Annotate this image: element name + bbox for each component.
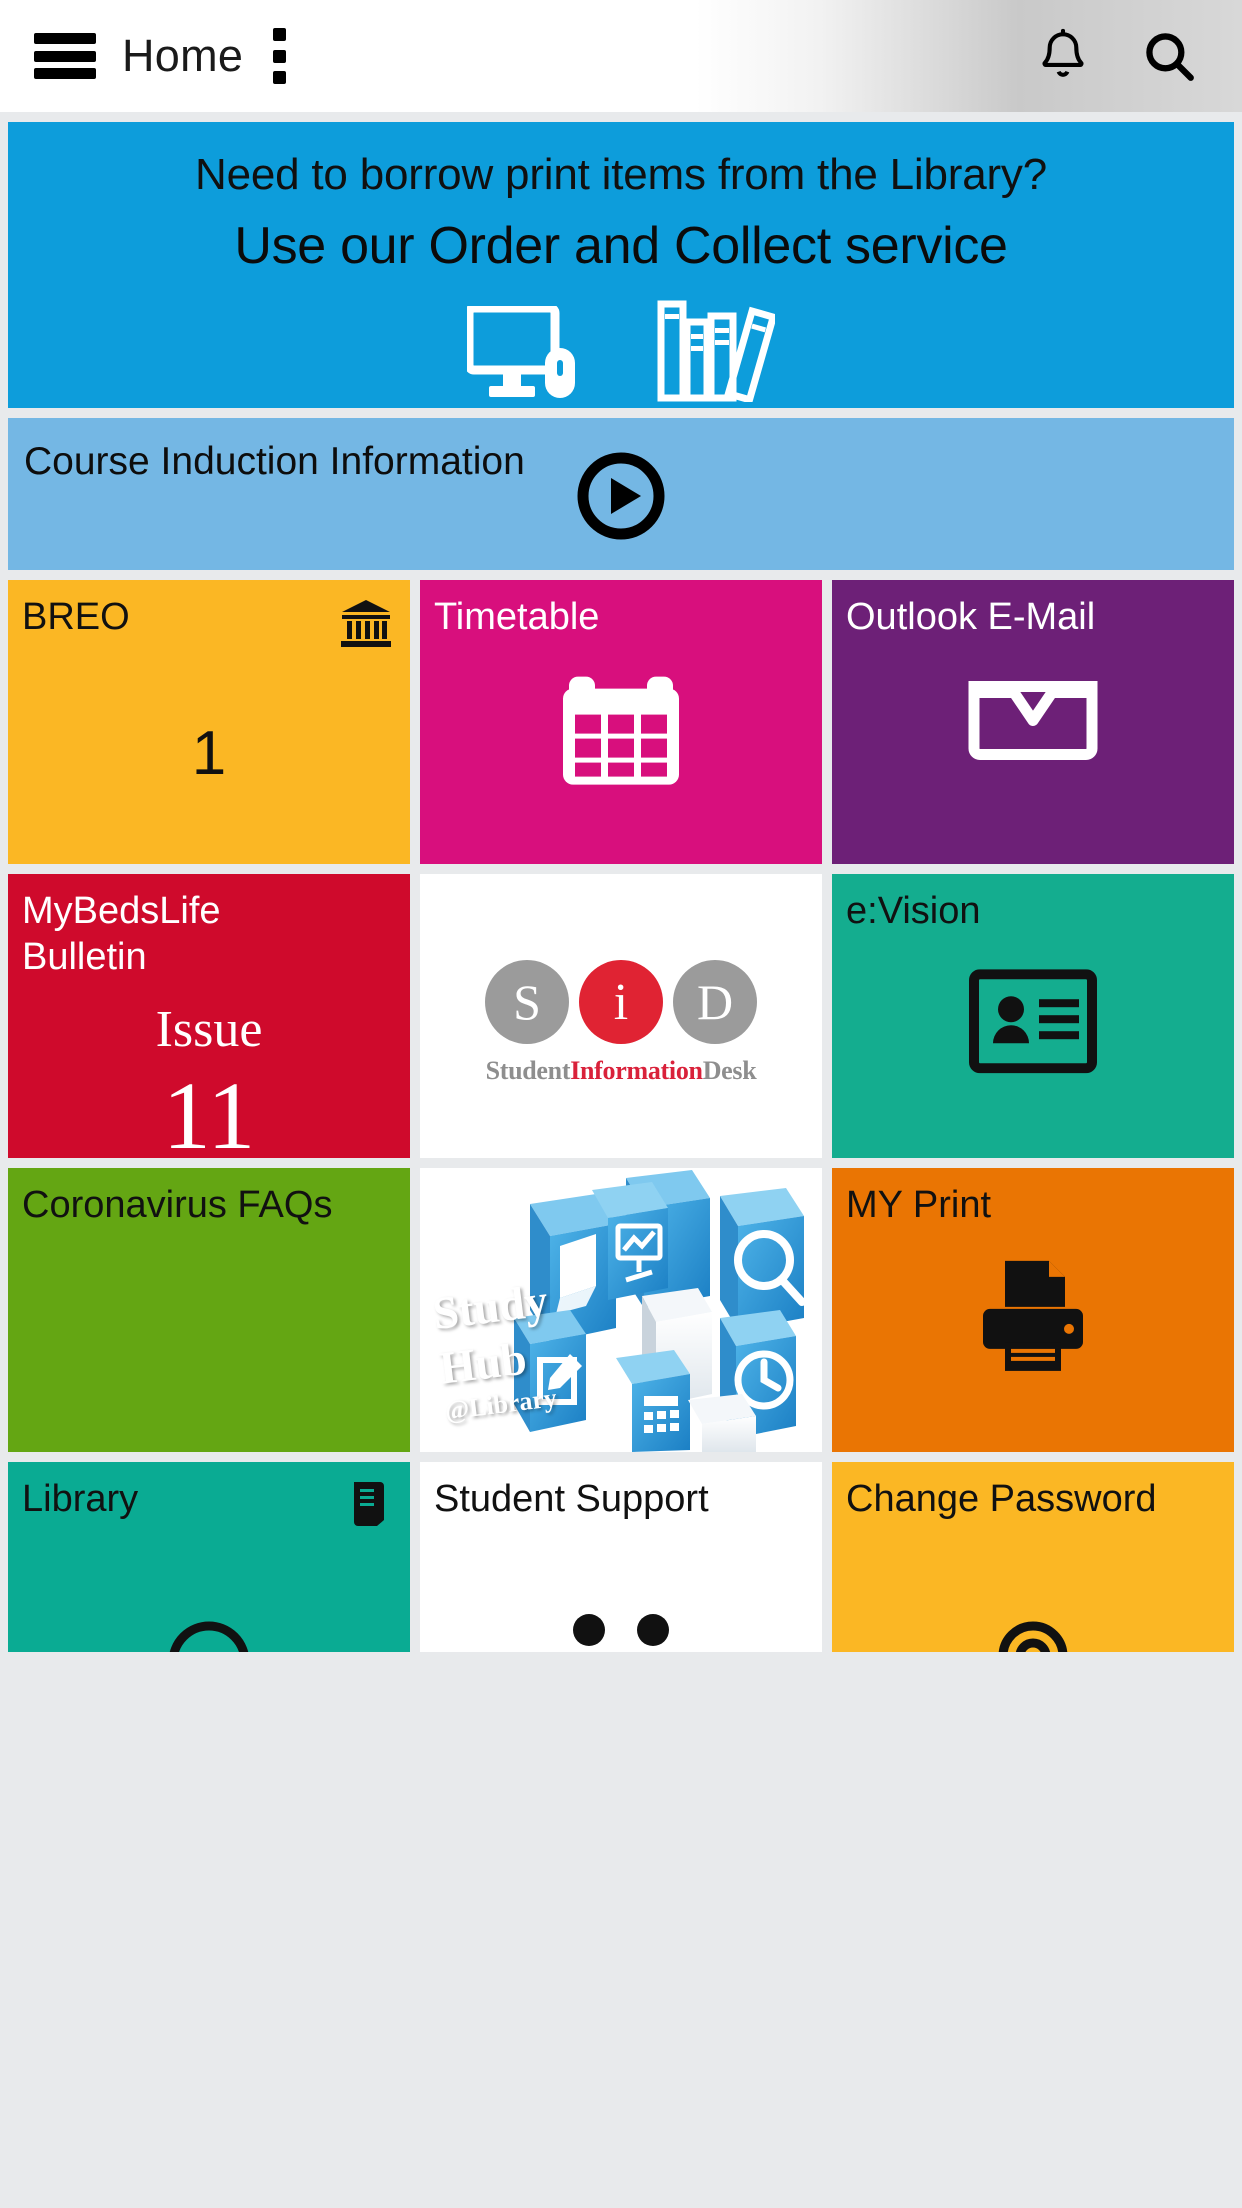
study-hub-wordmark: Study Hub @Library [430, 1274, 561, 1427]
sid-letter-i: i [579, 960, 663, 1044]
sid-circle-group: S i D [485, 960, 757, 1044]
people-icon [564, 1612, 678, 1652]
kebab-overflow-icon[interactable] [269, 28, 289, 84]
monitor-mouse-icon [464, 303, 585, 407]
book-icon [346, 1480, 392, 1533]
sid-caption-desk: Desk [702, 1056, 757, 1085]
tile-timetable[interactable]: Timetable [420, 580, 822, 864]
course-induction-strip[interactable]: Course Induction Information [8, 418, 1234, 570]
bell-icon[interactable] [1034, 24, 1092, 88]
sid-letter-d: D [673, 960, 757, 1044]
tile-label: BREO [22, 596, 130, 638]
tile-study-hub[interactable]: Study Hub @Library [420, 1168, 822, 1452]
sid-caption-student: Student [485, 1056, 571, 1085]
tile-coronavirus-faqs[interactable]: Coronavirus FAQs [8, 1168, 410, 1452]
tile-label: e:Vision [846, 890, 981, 932]
inbox-tray-icon [832, 673, 1234, 783]
tile-grid: BREO 1 Timetable Outlook E-Mail MyBedsLi… [8, 580, 1234, 1652]
tile-mybedslife-bulletin[interactable]: MyBedsLife Bulletin Issue 11 [8, 874, 410, 1158]
tile-label: Student Support [434, 1478, 709, 1520]
course-induction-label: Course Induction Information [24, 440, 525, 483]
printer-icon [832, 1257, 1234, 1375]
library-order-collect-banner[interactable]: Need to borrow print items from the Libr… [8, 122, 1234, 408]
banner-line-1: Need to borrow print items from the Libr… [195, 150, 1047, 199]
tile-my-print[interactable]: MY Print [832, 1168, 1234, 1452]
app-bar: Home [0, 0, 1242, 112]
library-center-icon [161, 1602, 257, 1652]
search-icon[interactable] [1140, 26, 1198, 86]
tile-label: Coronavirus FAQs [22, 1184, 333, 1226]
tile-label: Outlook E-Mail [846, 596, 1096, 638]
page-title: Home [122, 30, 244, 81]
sid-letter-s: S [485, 960, 569, 1044]
tile-label: MyBedsLife Bulletin [22, 890, 221, 978]
tile-library[interactable]: Library [8, 1462, 410, 1652]
tile-evision[interactable]: e:Vision [832, 874, 1234, 1158]
tile-label: Library [22, 1478, 139, 1520]
banner-line-2: Use our Order and Collect service [234, 217, 1008, 275]
page-body: Need to borrow print items from the Libr… [0, 112, 1242, 1652]
tile-breo[interactable]: BREO 1 [8, 580, 410, 864]
play-circle-icon[interactable] [577, 452, 665, 545]
tile-change-password[interactable]: Change Password [832, 1462, 1234, 1652]
tile-outlook-email[interactable]: Outlook E-Mail [832, 580, 1234, 864]
sid-caption-information: Information [570, 1056, 703, 1085]
tile-label: Timetable [434, 596, 600, 638]
study-hub-collage: Study Hub @Library [420, 1168, 822, 1452]
calendar-icon [420, 663, 822, 795]
lock-icon [983, 1610, 1083, 1652]
bank-building-icon [340, 598, 392, 653]
app-bar-actions [1034, 24, 1208, 88]
issue-word: Issue [155, 1001, 263, 1058]
student-information-desk-logo: S i D StudentInformationDesk [420, 960, 822, 1086]
tile-student-support[interactable]: Student Support [420, 1462, 822, 1652]
sid-caption: StudentInformationDesk [486, 1056, 757, 1086]
tile-student-information-desk[interactable]: S i D StudentInformationDesk [420, 874, 822, 1158]
breo-count-badge: 1 [191, 719, 227, 788]
books-icon [657, 298, 778, 407]
hamburger-menu-icon[interactable] [34, 33, 96, 79]
banner-icon-group [464, 298, 778, 407]
issue-number: 11 [162, 1062, 256, 1158]
tile-label: MY Print [846, 1184, 992, 1226]
id-card-icon [832, 969, 1234, 1074]
tile-label: Change Password [846, 1478, 1157, 1520]
